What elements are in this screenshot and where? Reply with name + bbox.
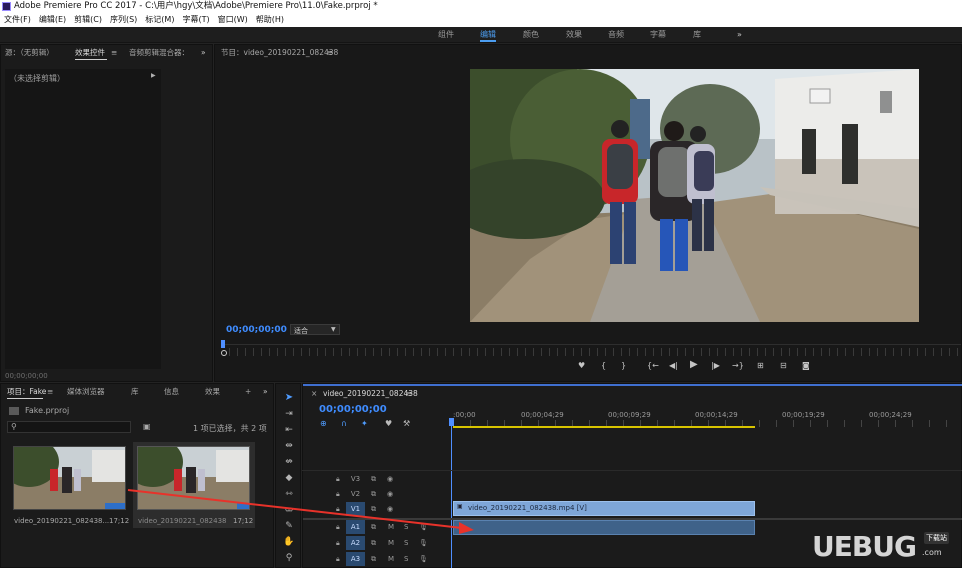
watermark-main-text: UEBUG bbox=[812, 530, 917, 563]
watermark-dot-com: .com bbox=[922, 548, 942, 557]
watermark-logo: UEBUG .com 下载站 bbox=[812, 530, 958, 566]
drag-arrow-annotation bbox=[127, 489, 474, 534]
watermark-badge: 下载站 bbox=[924, 532, 949, 544]
